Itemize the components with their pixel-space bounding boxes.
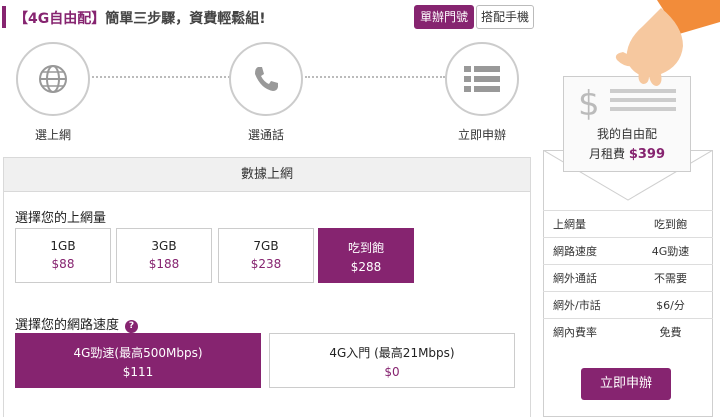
option-name: 3GB — [151, 239, 177, 253]
option-name: 7GB — [253, 239, 279, 253]
summary-key: 網外通話 — [553, 272, 597, 285]
fee-amount: $399 — [628, 147, 666, 162]
hand-illustration — [615, 0, 720, 86]
list-icon — [464, 66, 500, 92]
option-price: $288 — [350, 260, 382, 274]
volume-section-title: 選擇您的上網量 — [15, 211, 107, 226]
summary-key: 網內費率 — [553, 326, 597, 339]
option-name: 吃到飽 — [347, 241, 384, 255]
volume-option-1gb[interactable]: 1GB $88 — [15, 228, 111, 283]
step-circle-apply[interactable] — [445, 42, 519, 116]
summary-key: 上網量 — [553, 218, 586, 231]
title-rest-text: 簡單三步驟，資費輕鬆組! — [105, 11, 266, 27]
tab-with-phone[interactable]: 搭配手機 — [476, 5, 534, 29]
summary-value: $6/分 — [656, 299, 685, 312]
volume-option-7gb[interactable]: 7GB $238 — [218, 228, 314, 283]
fee-label: 月租費 — [588, 147, 625, 161]
monthly-fee: 月租費 $399 — [564, 145, 690, 162]
option-name: 1GB — [50, 239, 76, 253]
step-circle-call[interactable] — [229, 42, 303, 116]
page-title: 【4G自由配】簡單三步驟，資費輕鬆組! — [14, 8, 266, 28]
step-label-apply: 立即申辦 — [457, 128, 506, 142]
speed-section-title: 選擇您的網路速度? — [15, 314, 139, 333]
option-price: $0 — [384, 365, 400, 379]
step-label-internet: 選上網 — [34, 128, 71, 142]
volume-option-unlimited[interactable]: 吃到飽 $288 — [318, 228, 414, 283]
card-title: 我的自由配 — [596, 127, 657, 141]
summary-key: 網路速度 — [553, 245, 597, 258]
speed-title-text: 選擇您的網路速度 — [15, 318, 120, 333]
phone-icon — [255, 67, 278, 91]
step-indicator: 選上網 選通話 立即申辦 — [0, 40, 535, 150]
apply-now-button[interactable]: 立即申辦 — [581, 368, 671, 400]
summary-value: 吃到飽 — [654, 218, 687, 231]
step-connector — [92, 76, 230, 78]
data-plan-panel: 數據上網 選擇您的上網量 1GB $88 3GB $188 7GB $238 吃… — [3, 157, 531, 417]
summary-row: 網內費率 免費 — [543, 318, 713, 345]
summary-row: 網外/市話 $6/分 — [543, 291, 713, 318]
help-icon[interactable]: ? — [125, 320, 139, 333]
plan-summary: $ 我的自由配 月租費 $399 上網量 吃到飽 網路速度 4G勁速 網外通話 不需要… — [537, 0, 720, 417]
summary-row: 網外通話 不需要 — [543, 264, 713, 291]
globe-icon — [39, 65, 67, 93]
page-header: 【4G自由配】簡單三步驟，資費輕鬆組! 單辦門號 搭配手機 — [0, 0, 535, 34]
step-circle-internet[interactable] — [16, 42, 90, 116]
panel-heading: 數據上網 — [4, 158, 530, 192]
summary-value: 4G勁速 — [651, 245, 690, 258]
step-connector — [305, 76, 445, 78]
summary-value: 免費 — [659, 326, 682, 339]
summary-row: 上網量 吃到飽 — [543, 210, 713, 237]
option-name: 4G勁速(最高500Mbps) — [73, 346, 203, 360]
option-price: $111 — [122, 365, 154, 379]
volume-option-3gb[interactable]: 3GB $188 — [116, 228, 212, 283]
option-price: $88 — [51, 257, 75, 271]
summary-row: 網路速度 4G勁速 — [543, 237, 713, 264]
step-label-call: 選通話 — [247, 128, 284, 142]
title-bracket-text: 【4G自由配】 — [14, 11, 106, 27]
summary-key: 網外/市話 — [553, 299, 601, 312]
tab-single-number[interactable]: 單辦門號 — [414, 5, 474, 29]
summary-value: 不需要 — [654, 272, 687, 285]
speed-option-4g-basic[interactable]: 4G入門 (最高21Mbps) $0 — [269, 333, 515, 388]
option-price: $188 — [148, 257, 180, 271]
speed-option-4g-max[interactable]: 4G勁速(最高500Mbps) $111 — [15, 333, 261, 388]
summary-table: 上網量 吃到飽 網路速度 4G勁速 網外通話 不需要 網外/市話 $6/分 網內費率 免費 — [543, 210, 713, 345]
option-price: $238 — [250, 257, 282, 271]
option-name: 4G入門 (最高21Mbps) — [329, 346, 455, 360]
header-accent-bar — [2, 6, 6, 28]
